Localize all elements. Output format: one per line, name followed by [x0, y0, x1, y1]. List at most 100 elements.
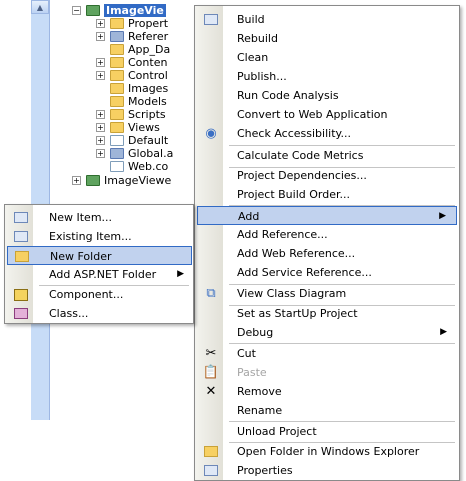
scroll-up-arrow[interactable]: ▲: [31, 0, 49, 14]
tree-item-project[interactable]: + ImageViewe: [72, 174, 171, 187]
tree-item-label: ImageVie: [104, 4, 166, 17]
expand-icon[interactable]: +: [72, 176, 81, 185]
expand-icon[interactable]: +: [96, 149, 105, 158]
tree-item[interactable]: Web.co: [110, 160, 168, 173]
menu-item-properties[interactable]: Properties: [197, 461, 457, 480]
menu-item-add-service-reference[interactable]: Add Service Reference...: [197, 263, 457, 282]
menu-item-unload-project[interactable]: Unload Project: [197, 422, 457, 441]
menu-item-add-reference[interactable]: Add Reference...: [197, 225, 457, 244]
tree-item-label: Global.a: [128, 147, 174, 160]
folder-icon: [110, 96, 124, 107]
cut-icon: ✂: [205, 346, 217, 361]
properties-icon: [203, 464, 219, 477]
submenu-item-aspnet-folder[interactable]: Add ASP.NET Folder ▶: [7, 265, 192, 284]
expand-icon[interactable]: +: [96, 136, 105, 145]
tree-item[interactable]: + Control: [96, 69, 168, 82]
class-icon: [13, 307, 29, 320]
menu-item-build-order[interactable]: Project Build Order...: [197, 185, 457, 204]
folder-icon: [110, 122, 124, 133]
menu-item-check-accessibility[interactable]: ◉ Check Accessibility...: [197, 124, 457, 143]
submenu-arrow-icon: ▶: [440, 327, 447, 337]
existing-item-icon: [13, 230, 29, 243]
menu-item-paste[interactable]: 📋 Paste: [197, 363, 457, 382]
folder-icon: [110, 83, 124, 94]
submenu-arrow-icon: ▶: [439, 211, 446, 221]
menu-item-convert-web-app[interactable]: Convert to Web Application: [197, 105, 457, 124]
properties-folder-icon: [110, 18, 124, 29]
menu-item-publish[interactable]: Publish...: [197, 67, 457, 86]
submenu-item-existing-item[interactable]: Existing Item...: [7, 227, 192, 246]
tree-item[interactable]: + Scripts: [96, 108, 166, 121]
menu-item-add[interactable]: Add ▶: [197, 206, 457, 225]
submenu-item-class[interactable]: Class...: [7, 304, 192, 323]
expand-icon[interactable]: +: [96, 110, 105, 119]
expand-icon[interactable]: +: [96, 32, 105, 41]
tree-item[interactable]: Models: [110, 95, 167, 108]
tree-item-label: Propert: [128, 17, 169, 30]
collapse-icon[interactable]: −: [72, 6, 81, 15]
submenu-item-new-folder[interactable]: New Folder: [7, 246, 192, 265]
folder-icon: [110, 109, 124, 120]
tree-item[interactable]: + Global.a: [96, 147, 173, 160]
menu-item-view-class-diagram[interactable]: ⧉ View Class Diagram: [197, 284, 457, 303]
tree-item-label: Default: [128, 134, 169, 147]
submenu-item-component[interactable]: Component...: [7, 285, 192, 304]
project-icon: [86, 175, 100, 186]
menu-item-build[interactable]: Build: [197, 10, 457, 29]
tree-item-label: ImageViewe: [104, 174, 172, 187]
component-icon: [13, 288, 29, 301]
build-icon: [203, 13, 219, 26]
new-item-icon: [13, 211, 29, 224]
open-folder-icon: [203, 445, 219, 458]
references-icon: [110, 31, 124, 42]
tree-item-label: Scripts: [128, 108, 166, 121]
remove-icon: ✕: [205, 384, 217, 399]
menu-item-code-metrics[interactable]: Calculate Code Metrics: [197, 146, 457, 165]
folder-icon: [110, 57, 124, 68]
tree-item-label: Control: [128, 69, 168, 82]
menu-item-project-dependencies[interactable]: Project Dependencies...: [197, 166, 457, 185]
tree-item[interactable]: + Referer: [96, 30, 168, 43]
menu-item-clean[interactable]: Clean: [197, 48, 457, 67]
menu-item-rename[interactable]: Rename: [197, 401, 457, 420]
page-icon: [110, 135, 124, 146]
expand-icon[interactable]: +: [96, 71, 105, 80]
folder-icon: [110, 70, 124, 81]
tree-item-label: Models: [128, 95, 167, 108]
submenu-item-new-item[interactable]: New Item...: [7, 208, 192, 227]
project-context-menu: Build Rebuild Clean Publish... Run Code …: [194, 5, 460, 481]
paste-icon: 📋: [202, 365, 220, 380]
menu-item-debug[interactable]: Debug ▶: [197, 323, 457, 342]
web-project-icon: [86, 5, 100, 16]
menu-item-open-folder[interactable]: Open Folder in Windows Explorer: [197, 442, 457, 461]
class-diagram-icon: ⧉: [206, 286, 216, 301]
menu-item-run-code-analysis[interactable]: Run Code Analysis: [197, 86, 457, 105]
tree-item[interactable]: + Default: [96, 134, 168, 147]
submenu-arrow-icon: ▶: [177, 269, 184, 279]
menu-item-cut[interactable]: ✂ Cut: [197, 344, 457, 363]
config-file-icon: [110, 161, 124, 172]
tree-item-label: Images: [128, 82, 169, 95]
expand-icon[interactable]: +: [96, 58, 105, 67]
new-folder-icon: [14, 250, 30, 263]
tree-item-project[interactable]: − ImageVie: [72, 4, 166, 17]
global-asax-icon: [110, 148, 124, 159]
tree-item[interactable]: + Propert: [96, 17, 168, 30]
tree-item[interactable]: Images: [110, 82, 168, 95]
expand-icon[interactable]: +: [96, 19, 105, 28]
menu-item-remove[interactable]: ✕ Remove: [197, 382, 457, 401]
menu-item-rebuild[interactable]: Rebuild: [197, 29, 457, 48]
tree-item-label: Referer: [128, 30, 169, 43]
tree-item-label: App_Da: [128, 43, 171, 56]
tree-item[interactable]: + Views: [96, 121, 160, 134]
tree-item-label: Web.co: [128, 160, 169, 173]
menu-item-set-startup[interactable]: Set as StartUp Project: [197, 304, 457, 323]
tree-item[interactable]: App_Da: [110, 43, 170, 56]
tree-item[interactable]: + Conten: [96, 56, 167, 69]
expand-icon[interactable]: +: [96, 123, 105, 132]
tree-item-label: Views: [128, 121, 160, 134]
tree-item-label: Conten: [128, 56, 168, 69]
accessibility-icon: ◉: [205, 126, 217, 141]
menu-item-add-web-reference[interactable]: Add Web Reference...: [197, 244, 457, 263]
add-submenu: New Item... Existing Item... New Folder …: [4, 204, 194, 324]
